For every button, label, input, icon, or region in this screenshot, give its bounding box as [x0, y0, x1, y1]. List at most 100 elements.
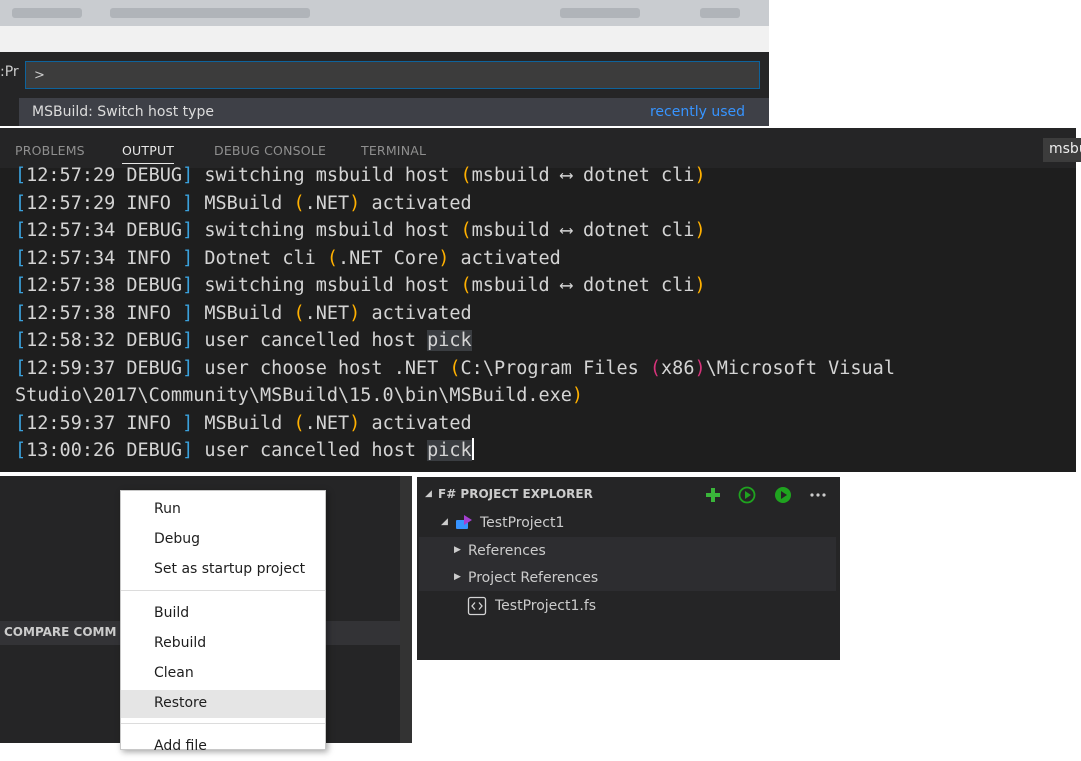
log-segment: ]: [182, 357, 194, 379]
log-segment: ]: [182, 440, 194, 461]
menu-item-restore[interactable]: Restore: [121, 690, 325, 718]
log-segment: ): [694, 220, 706, 241]
scrollbar[interactable]: [400, 476, 412, 743]
editor-tab-fragment[interactable]: :Pr: [0, 64, 19, 80]
recently-used-tag: recently used: [649, 104, 745, 120]
explorer-title: F# PROJECT EXPLORER: [438, 487, 593, 501]
log-line: [12:57:29 INFO ] MSBuild (.NET) activate…: [15, 190, 1075, 218]
menu-item-debug[interactable]: Debug: [121, 526, 325, 554]
log-segment: ]: [182, 220, 194, 241]
log-segment: msbuild ⟷ dotnet cli: [471, 275, 695, 296]
log-segment: 12:57:34 DEBUG: [26, 220, 183, 241]
log-segment: ): [694, 275, 706, 296]
log-segment: ): [349, 192, 361, 214]
run-icon[interactable]: [774, 486, 792, 504]
command-palette-input[interactable]: [25, 61, 760, 89]
log-segment: [: [15, 330, 27, 351]
log-segment: .NET: [304, 412, 350, 434]
log-segment: switching msbuild host: [193, 275, 461, 296]
log-segment: ]: [182, 275, 194, 296]
menu-separator: [121, 590, 325, 591]
log-line: [12:58:32 DEBUG] user cancelled host pic…: [15, 327, 1075, 355]
add-icon[interactable]: [704, 486, 722, 504]
log-line: [12:57:29 DEBUG] switching msbuild host …: [15, 162, 1075, 190]
log-line: [12:57:34 DEBUG] switching msbuild host …: [15, 217, 1075, 245]
collapse-triangle-icon[interactable]: ◢: [425, 489, 432, 499]
log-segment: activated: [449, 247, 561, 269]
tree-item-project-references[interactable]: ▶ Project References: [419, 564, 836, 591]
log-segment: 12:57:38 INFO: [26, 302, 183, 324]
explorer-header[interactable]: ◢ F# PROJECT EXPLORER: [419, 481, 838, 507]
output-panel: PROBLEMS OUTPUT DEBUG CONSOLE TERMINAL m…: [0, 128, 1081, 472]
tab-terminal[interactable]: TERMINAL: [361, 143, 426, 158]
tree-item-references[interactable]: ▶ References: [419, 537, 836, 564]
log-segment: 12:57:29 INFO: [26, 192, 183, 214]
log-segment: [: [15, 440, 27, 461]
log-segment: ): [438, 247, 450, 269]
log-segment: .NET Core: [338, 247, 439, 269]
log-segment: 12:59:37 DEBUG: [26, 357, 183, 379]
log-segment: [: [15, 165, 27, 186]
log-segment: .NET: [304, 192, 350, 214]
tree-item-label: References: [468, 543, 546, 559]
log-segment: ): [694, 357, 706, 379]
log-line: [12:57:34 INFO ] Dotnet cli (.NET Core) …: [15, 245, 1075, 273]
log-segment: user choose host .NET: [193, 357, 450, 379]
log-line: Studio\2017\Community\MSBuild\15.0\bin\M…: [15, 382, 1075, 410]
log-segment: user cancelled host: [193, 440, 428, 461]
log-line: [12:59:37 INFO ] MSBuild (.NET) activate…: [15, 410, 1075, 438]
log-segment: .NET: [304, 302, 350, 324]
log-segment: \Microsoft Visual: [705, 357, 895, 379]
code-file-icon: [467, 596, 487, 616]
log-segment: x86: [661, 357, 695, 379]
log-segment: activated: [360, 192, 472, 214]
log-segment: (: [649, 357, 662, 379]
tree-item-project[interactable]: ◢ TestProject1: [419, 509, 836, 536]
fsharp-project-explorer: ◢ F# PROJECT EXPLORER ◢ TestProject1 ▶ R…: [417, 477, 840, 660]
tab-output[interactable]: OUTPUT: [122, 143, 175, 164]
compare-commits-label: COMPARE COMM: [4, 625, 117, 639]
output-log: [12:57:29 DEBUG] switching msbuild host …: [15, 162, 1075, 465]
log-segment: ]: [182, 412, 194, 434]
log-line: [13:00:26 DEBUG] user cancelled host pic…: [15, 437, 1075, 465]
log-segment: [: [15, 357, 27, 379]
log-segment: user cancelled host: [193, 330, 428, 351]
log-segment: MSBuild: [193, 302, 294, 324]
menu-item-run[interactable]: Run: [121, 496, 325, 524]
log-segment: ]: [182, 330, 194, 351]
log-segment: [: [15, 220, 27, 241]
log-segment: (: [460, 275, 472, 296]
log-segment: [: [15, 275, 27, 296]
log-segment: switching msbuild host: [193, 165, 461, 186]
menu-item-rebuild[interactable]: Rebuild: [121, 630, 325, 658]
tree-item-file[interactable]: TestProject1.fs: [419, 592, 836, 619]
menu-item-clean[interactable]: Clean: [121, 660, 325, 688]
collapsed-chevron-icon[interactable]: ▶: [454, 545, 461, 555]
log-segment: ]: [182, 302, 194, 324]
window-titlebar: [0, 0, 769, 26]
log-segment: [: [15, 247, 27, 269]
blurred-titlebar-item: [700, 8, 740, 18]
collapsed-chevron-icon[interactable]: ▶: [454, 572, 461, 582]
tree-item-label: TestProject1: [480, 515, 565, 531]
log-segment: (: [293, 192, 305, 214]
tab-debug-console[interactable]: DEBUG CONSOLE: [214, 143, 326, 158]
log-segment: ]: [182, 247, 194, 269]
output-channel-select[interactable]: msbuild: [1043, 138, 1081, 162]
run-outline-icon[interactable]: [738, 486, 756, 504]
tree-item-label: TestProject1.fs: [495, 598, 597, 614]
log-segment: (: [449, 357, 461, 379]
log-segment: 12:57:29 DEBUG: [26, 165, 183, 186]
menu-item-add-file[interactable]: Add file: [121, 733, 325, 761]
tab-problems[interactable]: PROBLEMS: [15, 143, 85, 158]
menu-item-set-startup[interactable]: Set as startup project: [121, 556, 325, 584]
expanded-chevron-icon[interactable]: ◢: [441, 517, 448, 527]
command-result-item[interactable]: MSBuild: Switch host type recently used: [19, 98, 769, 126]
log-segment: C:\Program Files: [460, 357, 650, 379]
log-segment: [: [15, 302, 27, 324]
toolbar-strip: [0, 26, 769, 52]
more-icon[interactable]: [809, 486, 827, 504]
menu-item-build[interactable]: Build: [121, 600, 325, 628]
command-palette: :Pr MSBuild: Switch host type recently u…: [0, 52, 769, 126]
log-segment: switching msbuild host: [193, 220, 461, 241]
